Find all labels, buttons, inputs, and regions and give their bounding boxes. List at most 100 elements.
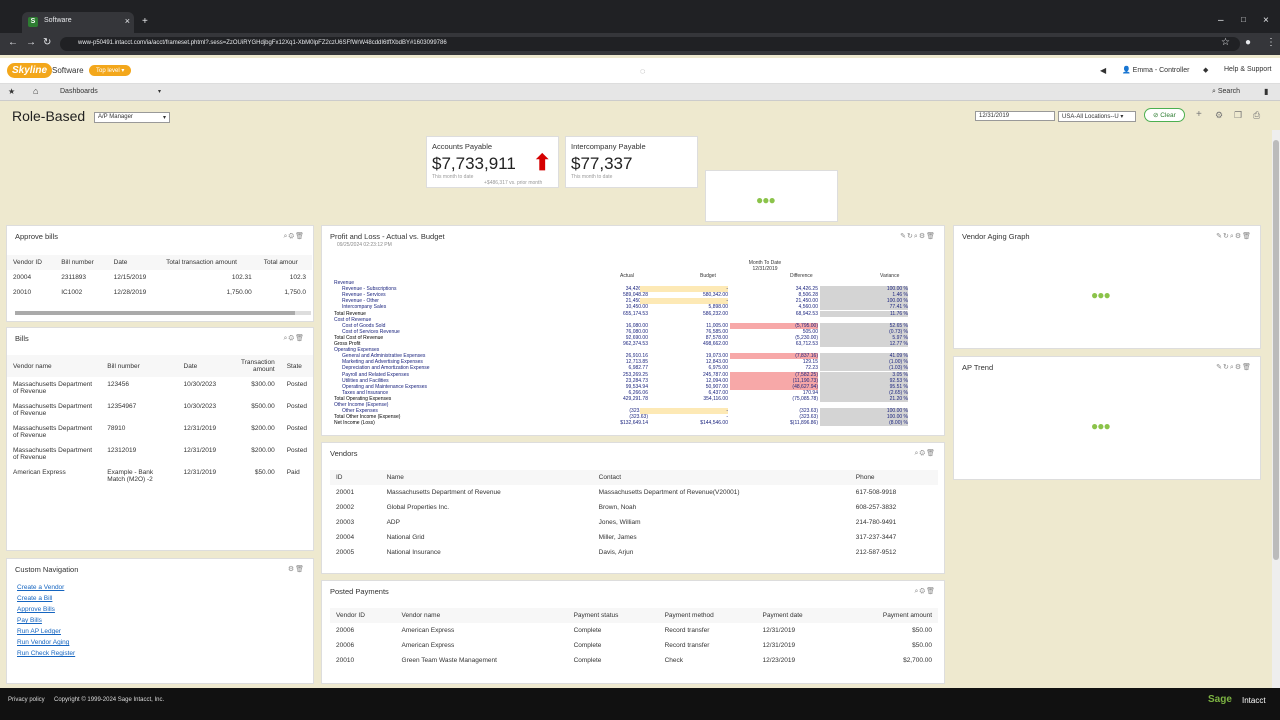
minimize-icon[interactable]: – <box>1218 15 1224 26</box>
col-header[interactable]: ID <box>330 470 381 485</box>
close-window-icon[interactable]: × <box>1263 15 1269 26</box>
table-row[interactable]: 20003 ADP Jones, William 214-780-9491 <box>330 515 938 530</box>
profile-icon[interactable]: ● <box>1245 37 1251 48</box>
back-icon[interactable]: ← <box>8 37 18 48</box>
col-header[interactable]: Date <box>107 255 161 270</box>
settings-gear-icon[interactable]: ⚙ <box>1215 110 1223 121</box>
table-row[interactable]: 20002 Global Properties Inc. Brown, Noah 60… <box>330 500 938 515</box>
table-row[interactable]: 20005 National Insurance Davis, Arjun 212-5… <box>330 545 938 560</box>
bookmark-icon[interactable]: ▮ <box>1264 87 1268 96</box>
date-input[interactable]: 12/31/2019 <box>975 111 1055 121</box>
custom-nav-link[interactable]: Create a Vendor <box>17 584 303 591</box>
browser-menu-icon[interactable]: ⋮ <box>1266 37 1276 48</box>
table-row[interactable]: 20010 Green Team Waste Management Complete… <box>330 653 938 668</box>
col-header[interactable]: Payment amount <box>840 608 938 623</box>
pl-row-label[interactable]: Revenue - Other <box>342 298 379 304</box>
page-scrollbar[interactable] <box>1272 130 1280 690</box>
col-header[interactable]: Bill number <box>101 355 178 377</box>
close-tab-icon[interactable]: × <box>125 16 130 26</box>
table-row[interactable]: Massachusetts Department of Revenue 12354… <box>7 399 313 421</box>
table-row[interactable]: 20006 American Express Complete Record tran… <box>330 638 938 653</box>
ic-kpi-card[interactable]: Intercompany Payable $77,337 This month … <box>565 136 698 188</box>
col-header[interactable]: Vendor name <box>395 608 568 623</box>
table-row[interactable]: American Express Example - Bank Match (M2… <box>7 465 313 487</box>
pl-row-label[interactable]: Gross Profit <box>334 341 360 347</box>
role-select[interactable]: A/P Manager ▾ <box>94 112 170 123</box>
table-row[interactable]: 20010 IC1002 12/28/2019 1,750.00 1,750.0 <box>7 285 312 300</box>
custom-nav-link[interactable]: Run Check Register <box>17 650 303 657</box>
chat-icon[interactable]: ◆ <box>1203 66 1208 74</box>
pl-row-label[interactable]: Cost of Revenue <box>334 317 371 323</box>
pl-row-label[interactable]: Revenue - Subscriptions <box>342 286 396 292</box>
table-row[interactable]: 20004 2311893 12/15/2019 102.31 102.3 <box>7 270 312 285</box>
custom-nav-link[interactable]: Run AP Ledger <box>17 628 303 635</box>
pl-row-label[interactable]: Revenue <box>334 280 354 286</box>
custom-nav-link[interactable]: Create a Bill <box>17 595 303 602</box>
address-bar[interactable]: www-p50491.intacct.com/ia/acct/frameset.… <box>60 37 1240 51</box>
col-header[interactable]: Payment date <box>756 608 840 623</box>
table-row[interactable]: Massachusetts Department of Revenue 12345… <box>7 377 313 399</box>
panel-tools-icon[interactable]: ✎↻⌕⚙🗑 <box>900 232 936 241</box>
new-tab-icon[interactable]: + <box>142 16 148 27</box>
help-link[interactable]: Help & Support <box>1224 66 1271 73</box>
favorites-star-icon[interactable]: ★ <box>8 87 15 96</box>
col-header[interactable]: Date <box>177 355 223 377</box>
reload-icon[interactable]: ↻ <box>43 37 51 48</box>
pl-row-label[interactable]: Other Income (Expense) <box>334 402 388 408</box>
maximize-icon[interactable]: □ <box>1241 15 1246 24</box>
pl-row-label[interactable]: General and Administrative Expenses <box>342 353 425 359</box>
custom-nav-link[interactable]: Pay Bills <box>17 617 303 624</box>
bookmark-star-icon[interactable]: ☆ <box>1221 37 1230 48</box>
panel-tools-icon[interactable]: ⚙🗑 <box>288 565 305 573</box>
col-header[interactable]: Vendor name <box>7 355 102 377</box>
col-header[interactable]: Payment method <box>658 608 757 623</box>
pl-row-label[interactable]: Total Other Income (Expense) <box>334 414 400 420</box>
dashboards-menu[interactable]: Dashboards <box>60 88 98 95</box>
pl-row-label[interactable]: Payroll and Related Expenses <box>342 372 409 378</box>
location-select[interactable]: USA-All Locations--U ▾ <box>1058 111 1136 122</box>
pl-row-label[interactable]: Intercompany Sales <box>342 304 386 310</box>
pl-row-label[interactable]: Operating and Maintenance Expenses <box>342 384 427 390</box>
pl-row-label[interactable]: Net Income (Loss) <box>334 420 375 426</box>
announcement-icon[interactable]: ◀ <box>1100 66 1106 75</box>
pl-row-label[interactable]: Marketing and Advertising Expenses <box>342 359 423 365</box>
pl-row-label[interactable]: Taxes and Insurance <box>342 390 388 396</box>
pl-row-label[interactable]: Other Expenses <box>342 408 378 414</box>
pl-row-label[interactable]: Operating Expenses <box>334 347 379 353</box>
col-header[interactable]: State <box>280 355 313 377</box>
pl-row-label[interactable]: Depreciation and Amortization Expense <box>342 365 430 371</box>
panel-tools-icon[interactable]: ✎↻⌕⚙🗑 <box>1216 363 1252 372</box>
search-button[interactable]: ⌕ Search <box>1212 88 1240 96</box>
col-header[interactable]: Bill number <box>55 255 108 270</box>
pl-row-label[interactable]: Total Revenue <box>334 311 366 317</box>
home-icon[interactable]: ⌂ <box>33 86 38 96</box>
copy-icon[interactable]: ❐ <box>1234 110 1242 121</box>
pl-row-label[interactable]: Total Cost of Revenue <box>334 335 383 341</box>
col-header[interactable]: Total transaction amount <box>160 255 258 270</box>
col-header[interactable]: Vendor ID <box>330 608 396 623</box>
top-level-button[interactable]: Top level ▾ <box>89 65 132 76</box>
custom-nav-link[interactable]: Approve Bills <box>17 606 303 613</box>
dashboards-chevron-icon[interactable]: ▾ <box>158 88 161 95</box>
table-row[interactable]: 20001 Massachusetts Department of Revenue… <box>330 485 938 500</box>
col-header[interactable]: Transaction amount <box>222 355 281 377</box>
privacy-link[interactable]: Privacy policy <box>8 697 45 703</box>
clear-button[interactable]: ⊘ Clear <box>1144 108 1185 122</box>
pl-row-label[interactable]: Revenue - Services <box>342 292 386 298</box>
col-header[interactable]: Total amour <box>257 255 312 270</box>
col-header[interactable]: Vendor ID <box>7 255 56 270</box>
table-row[interactable]: Massachusetts Department of Revenue 12312… <box>7 443 313 465</box>
browser-tab[interactable]: S Software × <box>22 12 134 33</box>
add-icon[interactable]: + <box>1196 109 1202 120</box>
panel-tools-icon[interactable]: ⌕⚙🗑 <box>284 334 305 343</box>
col-header[interactable]: Phone <box>849 470 938 485</box>
col-header[interactable]: Payment status <box>567 608 659 623</box>
panel-tools-icon[interactable]: ⌕⚙🗑 <box>284 232 305 241</box>
table-row[interactable]: 20006 American Express Complete Record tran… <box>330 623 938 638</box>
col-header[interactable]: Name <box>380 470 593 485</box>
print-icon[interactable]: ⎙ <box>1253 110 1260 121</box>
table-row[interactable]: Massachusetts Department of Revenue 78910… <box>7 421 313 443</box>
panel-tools-icon[interactable]: ⌕⚙🗑 <box>915 587 936 596</box>
col-header[interactable]: Contact <box>592 470 850 485</box>
custom-nav-link[interactable]: Run Vendor Aging <box>17 639 303 646</box>
